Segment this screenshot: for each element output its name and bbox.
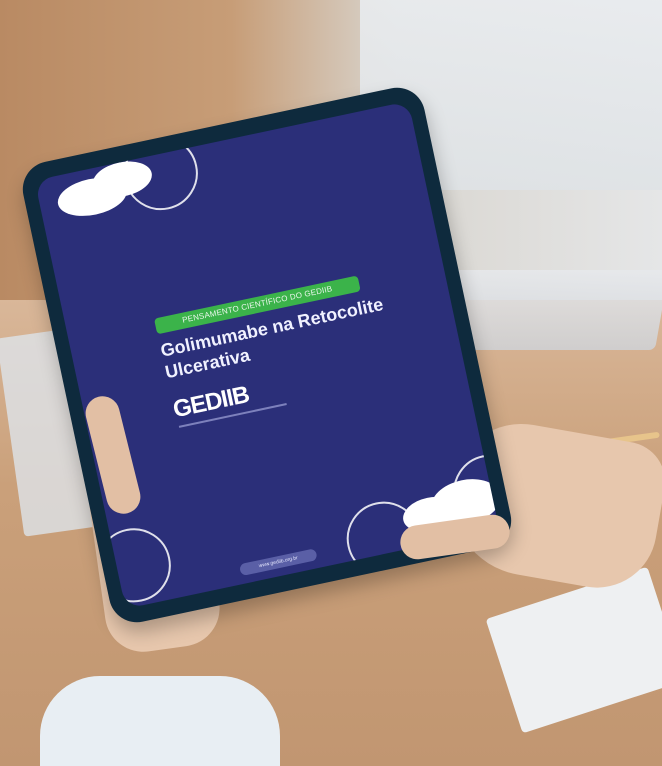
sleeve bbox=[40, 676, 280, 766]
photo-scene: PENSAMENTO CIENTÍFICO DO GEDIIB Golimuma… bbox=[0, 0, 662, 766]
